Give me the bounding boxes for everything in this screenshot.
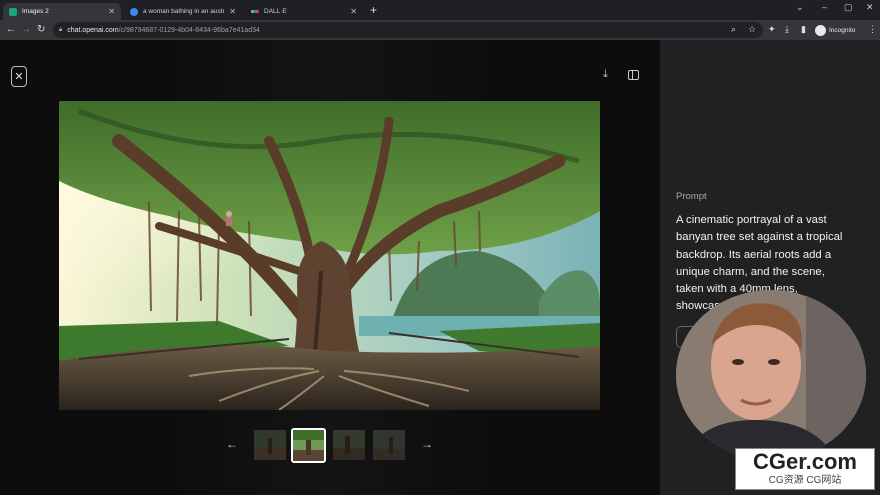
browser-toolbar: ← → ↻ 🔒︎ chat.openai.com/c/98794687-0129… bbox=[0, 20, 880, 40]
browser-tab-search[interactable]: a woman bathing in an austria… ✕ bbox=[124, 3, 242, 20]
browser-tab-dalle[interactable]: DALL·E ✕ bbox=[245, 3, 363, 20]
address-bar[interactable]: 🔒︎ chat.openai.com/c/98794687-0129-4b04-… bbox=[53, 22, 763, 38]
url-domain: chat.openai.com bbox=[67, 26, 119, 34]
tab-strip: Images 2 ✕ a woman bathing in an austria… bbox=[0, 0, 880, 20]
tab-label: Images 2 bbox=[22, 8, 49, 15]
tab-label: DALL·E bbox=[264, 8, 287, 15]
maximize-icon[interactable]: ▢ bbox=[844, 2, 853, 13]
thumbnail-3[interactable] bbox=[333, 430, 365, 460]
next-image-arrow-icon[interactable]: → bbox=[421, 437, 433, 451]
banyan-tree-image bbox=[59, 101, 600, 410]
tab-close-icon[interactable]: ✕ bbox=[108, 7, 115, 16]
generated-image bbox=[59, 101, 600, 410]
incognito-badge[interactable]: Incognito bbox=[815, 23, 855, 37]
thumbnail-image bbox=[373, 430, 405, 460]
url-path: /c/98794687-0129-4b04-8434-96ba7e41ad34 bbox=[118, 26, 260, 34]
thumbnail-image bbox=[293, 430, 324, 461]
thumbnail-1[interactable] bbox=[254, 430, 286, 460]
dalle-favicon-icon bbox=[251, 10, 259, 13]
downloads-icon[interactable]: ⤓ bbox=[785, 24, 789, 35]
incognito-label: Incognito bbox=[829, 26, 856, 34]
thumbnail-2-selected[interactable] bbox=[291, 428, 326, 463]
side-panel-icon[interactable]: ▮ bbox=[801, 24, 806, 35]
forward-icon[interactable]: → bbox=[21, 24, 31, 35]
extensions-icon[interactable]: ✦ bbox=[768, 24, 776, 35]
presenter-face-image bbox=[676, 290, 866, 460]
back-icon[interactable]: ← bbox=[6, 24, 16, 35]
bookmark-star-icon[interactable]: ☆ bbox=[748, 24, 756, 35]
new-tab-icon[interactable]: + bbox=[370, 3, 377, 17]
menu-kebab-icon[interactable]: ⋮ bbox=[868, 24, 877, 35]
watermark-title: CGer.com bbox=[753, 449, 857, 474]
lock-icon: 🔒︎ bbox=[59, 26, 63, 33]
previous-image-arrow-icon[interactable]: ← bbox=[226, 437, 238, 451]
thumbnail-image bbox=[254, 430, 286, 460]
chatgpt-favicon-icon bbox=[9, 7, 17, 16]
minimize-icon[interactable]: – bbox=[822, 2, 827, 12]
thumbnail-image bbox=[333, 430, 365, 460]
thumbnail-4[interactable] bbox=[373, 430, 405, 460]
prompt-label: Prompt bbox=[676, 191, 707, 202]
tab-search-chevron-icon[interactable]: ⌄ bbox=[796, 2, 804, 13]
incognito-icon bbox=[815, 24, 826, 36]
browser-tab-images[interactable]: Images 2 ✕ bbox=[3, 3, 121, 20]
close-icon: ✕ bbox=[14, 71, 24, 83]
close-viewer-button[interactable]: ✕ bbox=[11, 66, 27, 87]
zoom-icon[interactable]: ⌕ bbox=[731, 24, 736, 35]
download-icon[interactable]: ⤓ bbox=[603, 68, 608, 81]
presenter-webcam-overlay bbox=[676, 290, 866, 460]
tab-close-icon[interactable]: ✕ bbox=[350, 7, 357, 16]
search-favicon-icon bbox=[130, 7, 138, 16]
tab-close-icon[interactable]: ✕ bbox=[229, 7, 236, 16]
watermark-subtitle: CG资源 CG网站 bbox=[768, 475, 842, 486]
sidebar-toggle-icon[interactable] bbox=[628, 70, 639, 80]
tab-label: a woman bathing in an austria… bbox=[143, 8, 224, 15]
cger-watermark: CGer.com CG资源 CG网站 bbox=[735, 448, 875, 490]
reload-icon[interactable]: ↻ bbox=[37, 24, 45, 35]
window-close-icon[interactable]: ✕ bbox=[866, 2, 874, 13]
